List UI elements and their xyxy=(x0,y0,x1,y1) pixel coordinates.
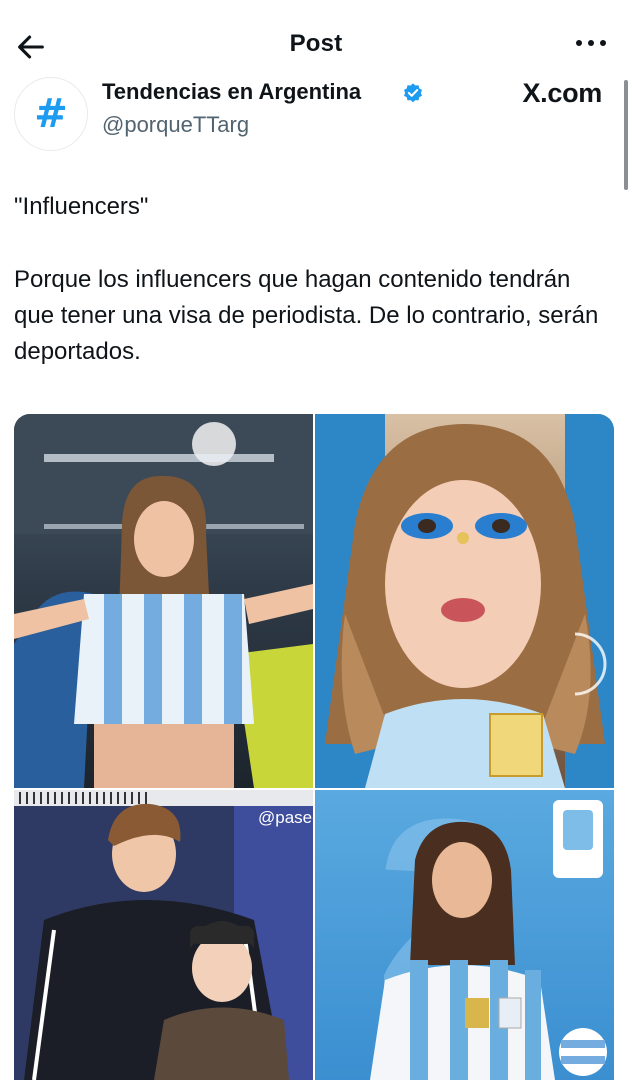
media-photo-stadium[interactable] xyxy=(14,414,313,788)
top-bar: Post xyxy=(0,0,632,78)
jersey-portrait-illustration: 2 xyxy=(370,790,607,1080)
scrollbar[interactable] xyxy=(624,80,628,190)
post-text-title: "Influencers" xyxy=(14,193,149,220)
stadium-fan-illustration xyxy=(14,414,313,788)
author-name[interactable]: Tendencias en Argentina xyxy=(102,79,361,105)
avatar-glyph: # xyxy=(34,91,68,137)
page-title: Post xyxy=(289,30,343,57)
media-grid[interactable]: @paseclave_ 2 xyxy=(14,414,614,1080)
makeup-portrait-illustration xyxy=(315,414,614,788)
media-photo-jersey[interactable]: 2 xyxy=(315,790,614,1080)
more-horizontal-icon[interactable] xyxy=(576,40,606,46)
avatar[interactable]: # xyxy=(14,77,88,151)
source-label: X.com xyxy=(522,78,602,108)
author-handle[interactable]: @porqueTTarg xyxy=(102,112,249,138)
post-text-body: Porque los influencers que hagan conteni… xyxy=(14,266,599,365)
couple-studio-illustration xyxy=(14,790,313,1080)
verified-badge-icon xyxy=(404,83,422,103)
media-photo-couple[interactable]: @paseclave_ xyxy=(14,790,313,1080)
media-photo-makeup[interactable] xyxy=(315,414,614,788)
watermark: @paseclave_ xyxy=(258,808,313,827)
